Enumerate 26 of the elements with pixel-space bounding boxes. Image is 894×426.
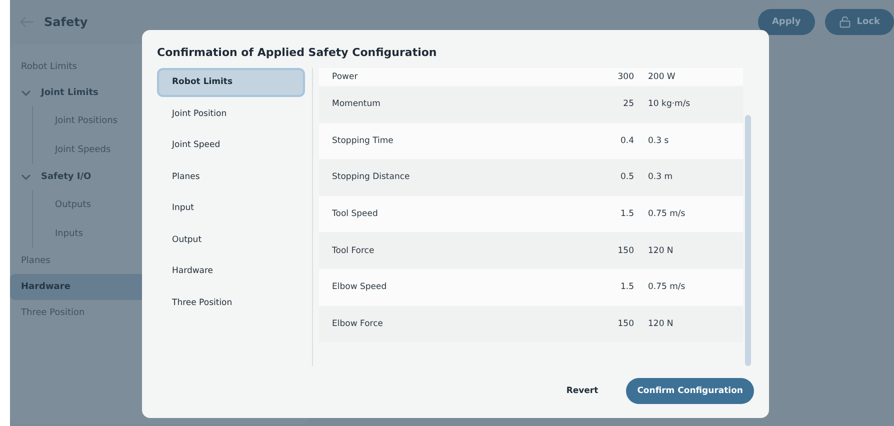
table-cell-text: 0.3 s [647,136,670,146]
table-cell-text: Stopping Distance [331,172,411,182]
table-cell-text: 10 kg·m/s [647,99,692,110]
dialog-title: Confirmation of Applied Safety Configuration [157,46,438,61]
table-cell-text: 0.3 m [647,172,674,182]
table-cell-text: 1.5 [619,282,634,292]
table-cell-text: 150 [616,318,634,329]
table-cell-text: 120 N [647,246,674,256]
table-cell-text: 25 [622,99,634,110]
table-cell-text: Elbow Force [331,318,384,329]
table-cell-text: 120 N [647,318,674,329]
table-cell-text: Momentum [331,99,382,110]
table-cell-text: Tool Speed [331,209,379,220]
table-cell-text: Power [331,72,359,82]
table-cell-text: 0.4 [619,136,634,146]
table-cell-text: 0.75 m/s [647,282,686,292]
table-cell-text: 150 [616,246,634,256]
table-cell-text: 200 W [647,72,676,82]
table-cell-text: Stopping Time [331,136,394,146]
table-cell-text: 1.5 [619,209,634,220]
table-cell-text: Tool Force [331,246,376,256]
table-cell-text: 300 [616,72,634,82]
table-cell-text: 0.75 m/s [647,209,686,220]
page-title: Safety [44,15,88,29]
table-cell-text: 0.5 [619,172,634,182]
table-cell-text: Elbow Speed [331,282,388,292]
